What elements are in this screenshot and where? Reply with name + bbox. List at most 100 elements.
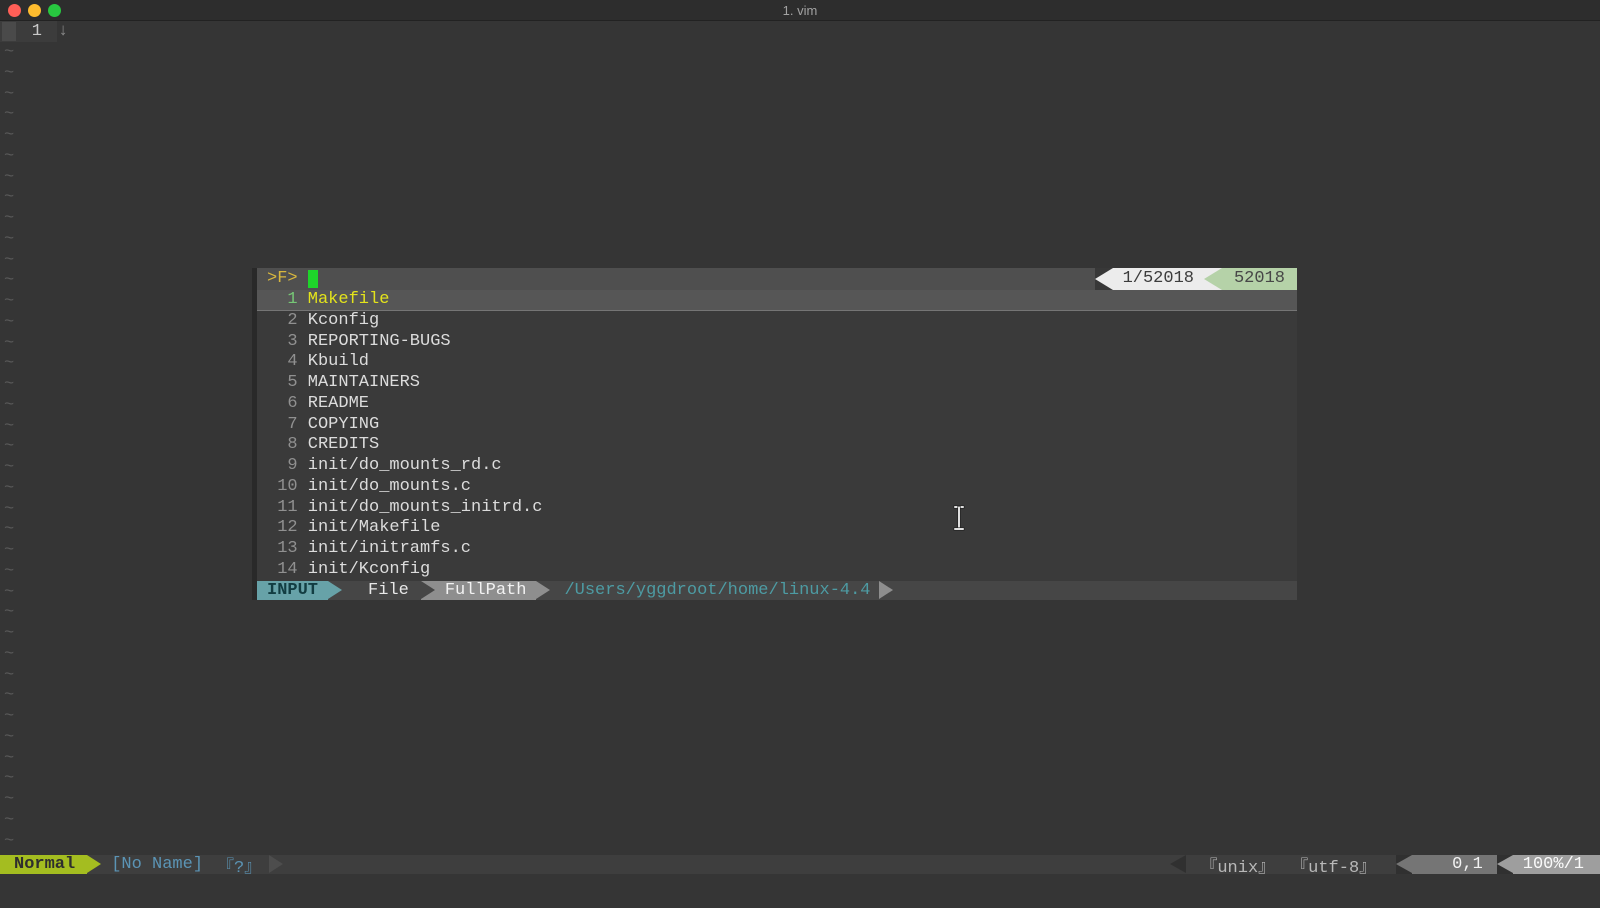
window-title: 1. vim [782, 2, 818, 18]
tilde: ~ [4, 209, 15, 228]
scroll-percentage: 100%/1 [1512, 855, 1600, 874]
tilde: ~ [4, 312, 15, 332]
cursor-position: 0,1 [1412, 855, 1497, 874]
buffer-name: [No Name] [111, 855, 204, 874]
separator-left-icon [1496, 855, 1513, 874]
tilde: ~ [4, 727, 15, 747]
tilde: ~ [4, 541, 15, 560]
file-row[interactable]: 10 init/do_mounts.c [257, 477, 1297, 498]
tilde: ~ [4, 665, 15, 685]
close-button[interactable] [8, 4, 21, 17]
tilde: ~ [4, 520, 15, 540]
fileformat-indicator: 『unix』 [1200, 858, 1276, 878]
tilde: ~ [4, 84, 15, 104]
match-position-counter: 1/52018 [1112, 268, 1204, 290]
file-row-number: 2 [287, 310, 298, 330]
tilde: ~ [4, 831, 15, 851]
tilde: ~ [4, 333, 15, 353]
file-row[interactable]: 4 Kbuild [257, 352, 1297, 373]
separator-left-icon [1094, 268, 1113, 290]
file-row[interactable]: 6 README [257, 394, 1297, 415]
tilde: ~ [4, 769, 15, 789]
tilde: ~ [4, 105, 15, 125]
file-row-name: init/do_mounts.c [307, 476, 472, 496]
tilde: ~ [4, 395, 15, 415]
leaderf-popup: >F> 1/52018 52018 1 Makefile 2 Kconfig 3 RE… [257, 268, 1297, 600]
tilde: ~ [4, 478, 15, 498]
file-row[interactable]: 3 REPORTING-BUGS [257, 332, 1297, 353]
file-row-number: 8 [287, 435, 298, 455]
file-row[interactable]: 13 init/initramfs.c [257, 539, 1297, 560]
file-row[interactable]: 14 init/Kconfig [257, 560, 1297, 581]
finder-category: File [368, 580, 409, 600]
tilde: ~ [4, 790, 15, 809]
file-row[interactable]: 11 init/do_mounts_initrd.c [257, 498, 1297, 519]
separator-left-icon [1170, 855, 1187, 874]
window-titlebar: 1. vim [0, 0, 1600, 21]
tilde: ~ [4, 644, 15, 664]
file-row-name: init/do_mounts_rd.c [307, 456, 502, 475]
file-row[interactable]: 1 Makefile [257, 290, 1297, 311]
working-directory-path: /Users/yggdroot/home/linux-4.4 [564, 580, 871, 600]
file-row-name: MAINTAINERS [307, 373, 420, 392]
file-row[interactable]: 2 Kconfig [257, 311, 1297, 332]
tilde: ~ [4, 582, 15, 602]
finder-prompt: >F> [267, 269, 298, 288]
file-row-name: Kbuild [307, 352, 369, 372]
tilde: ~ [4, 229, 15, 249]
tilde-column: ~ ~ ~ ~ ~ ~ ~ ~ ~ ~ ~ ~ ~ ~ ~ ~ ~ ~ ~ ~ … [4, 43, 14, 852]
file-row[interactable]: 7 COPYING [257, 415, 1297, 436]
file-row-number: 7 [287, 414, 298, 434]
separator-right-icon [328, 580, 343, 600]
separator-right-icon [536, 580, 551, 600]
tilde: ~ [4, 271, 15, 291]
separator-right-icon [878, 580, 893, 600]
separator-right-icon [269, 855, 284, 874]
total-count-badge: 52018 [1221, 268, 1297, 290]
tilde: ~ [4, 188, 15, 208]
tilde: ~ [4, 458, 15, 477]
tilde: ~ [4, 416, 15, 436]
file-row-number: 4 [287, 352, 298, 372]
separator-left-icon [1203, 268, 1222, 290]
mouse-ibeam-cursor [953, 505, 965, 531]
tilde: ~ [4, 126, 15, 145]
file-row-name: REPORTING-BUGS [307, 331, 451, 351]
file-row-name: init/Makefile [307, 518, 441, 538]
tilde: ~ [4, 43, 15, 62]
tilde: ~ [4, 63, 15, 83]
file-row[interactable]: 5 MAINTAINERS [257, 373, 1297, 394]
tilde: ~ [4, 561, 15, 581]
file-row-name: README [307, 393, 369, 413]
tilde: ~ [4, 603, 15, 623]
fold-column-marker [2, 22, 16, 41]
file-row-name: CREDITS [307, 435, 380, 455]
tilde: ~ [4, 810, 15, 830]
zoom-button[interactable] [48, 4, 61, 17]
input-mode-badge: INPUT [257, 580, 329, 600]
file-row-name: init/Kconfig [307, 559, 431, 579]
encoding-indicator: 『utf-8』 [1291, 858, 1377, 878]
file-row-number: 6 [287, 393, 298, 413]
wrap-arrow-icon: ↓ [58, 22, 69, 41]
file-row-name: init/do_mounts_initrd.c [307, 497, 543, 517]
file-row-number: 14 [277, 559, 298, 579]
file-row-number: 9 [287, 456, 298, 475]
tilde: ~ [4, 250, 15, 270]
mode-badge: Normal [0, 855, 88, 874]
file-row[interactable]: 9 init/do_mounts_rd.c [257, 456, 1297, 477]
file-row-number: 13 [277, 539, 298, 558]
separator-right-icon [87, 855, 102, 874]
matcher-mode: FullPath [434, 580, 537, 600]
file-list: 1 Makefile 2 Kconfig 3 REPORTING-BUGS 4 Kbui… [257, 290, 1297, 581]
file-row-name: Makefile [307, 290, 390, 309]
file-row-number: 11 [277, 497, 298, 517]
separator-left-icon [1396, 855, 1413, 874]
minimize-button[interactable] [28, 4, 41, 17]
tilde: ~ [4, 375, 15, 394]
file-row[interactable]: 8 CREDITS [257, 435, 1297, 456]
traffic-lights [8, 0, 61, 21]
finder-input-line[interactable]: >F> 1/52018 52018 [257, 268, 1297, 290]
tilde: ~ [4, 354, 15, 374]
file-row[interactable]: 12 init/Makefile [257, 518, 1297, 539]
